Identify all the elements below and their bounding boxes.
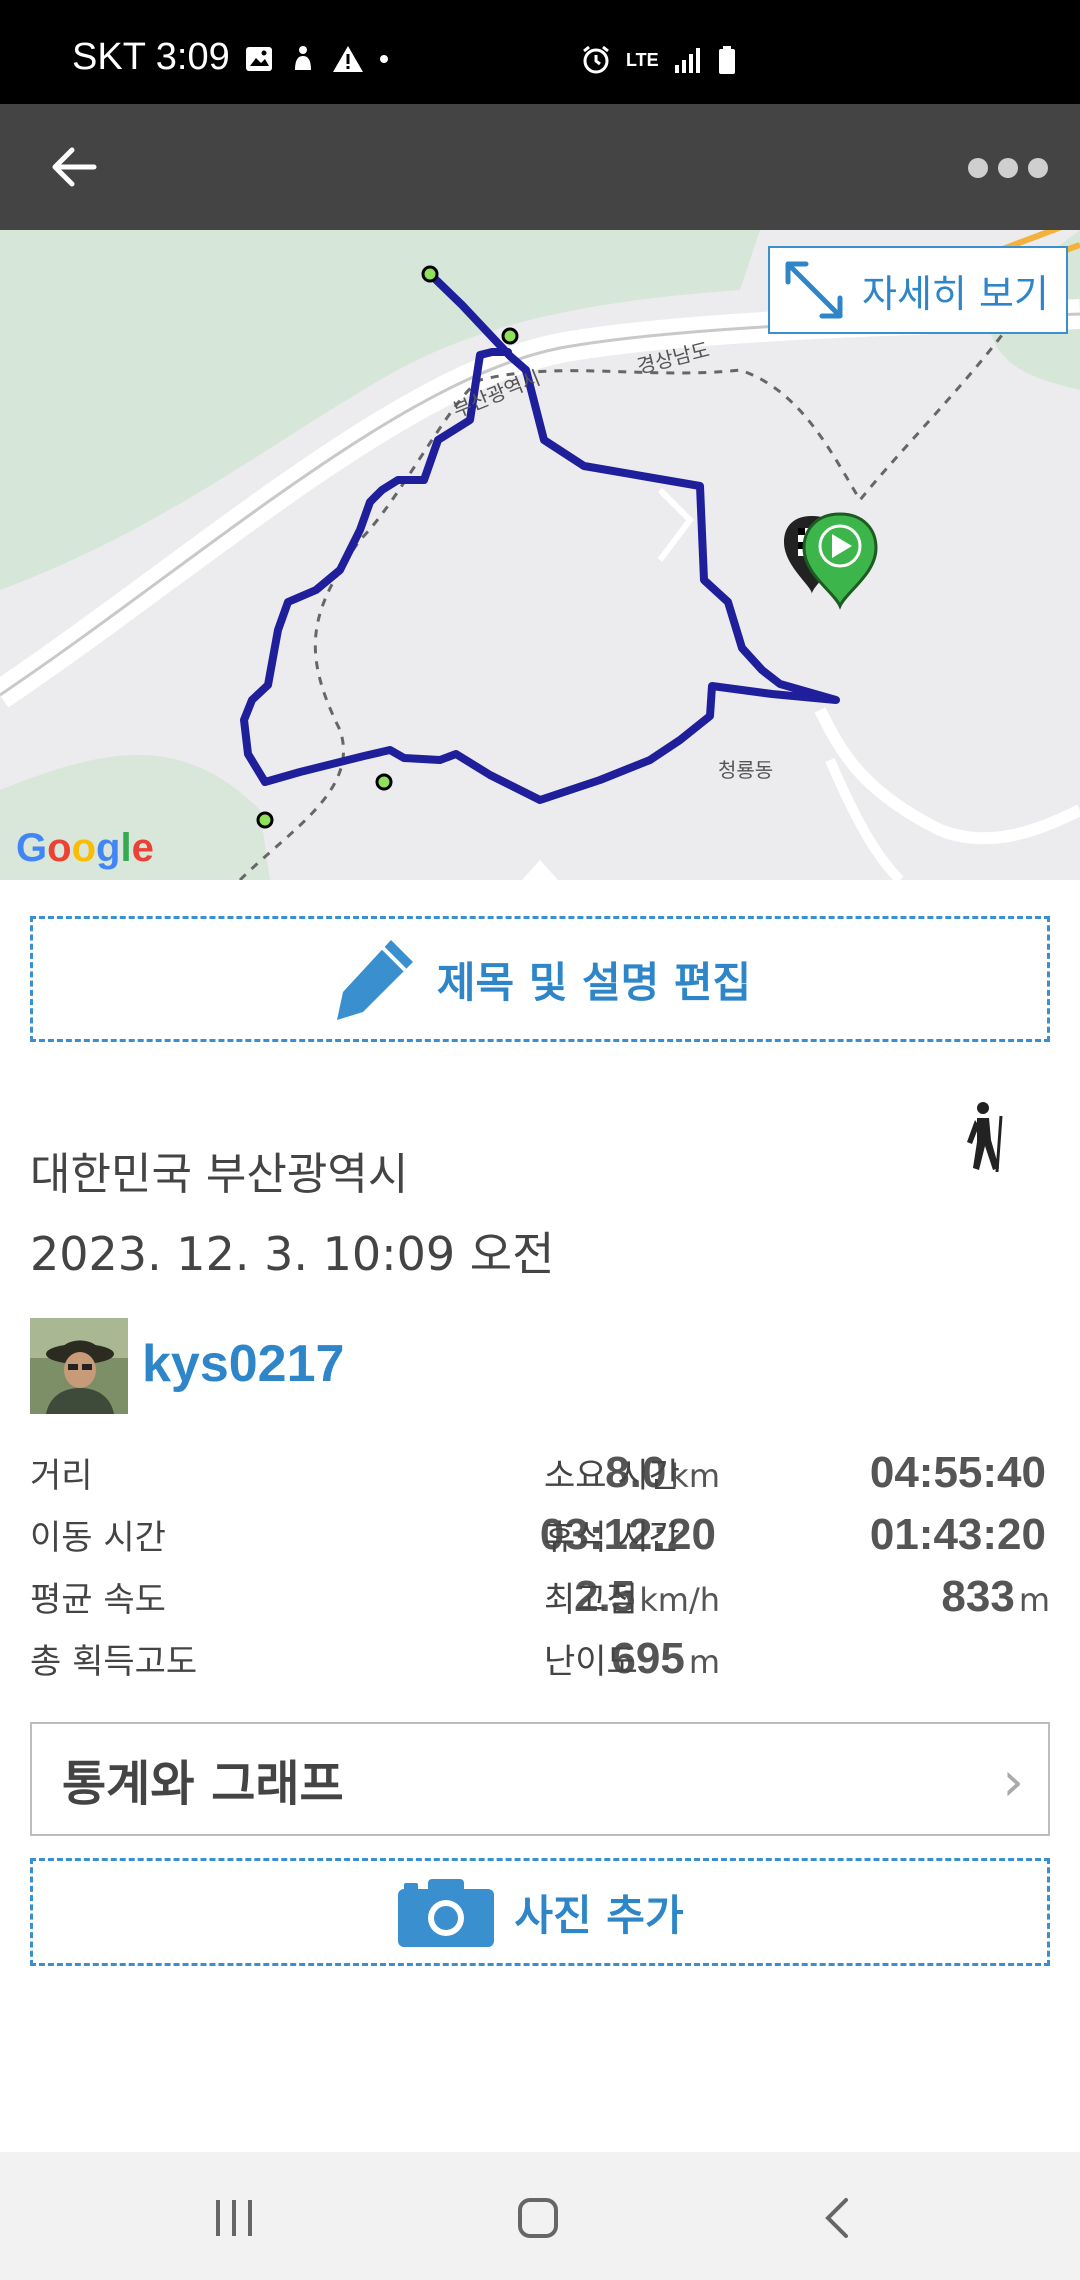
home-button[interactable] <box>508 2188 568 2248</box>
stat-value: 04:55:40 <box>869 1448 1046 1497</box>
activity-datetime: 2023. 12. 3. 10:09 오전 <box>30 1227 555 1281</box>
system-icons: LTE <box>580 44 737 76</box>
stat-label: 총 획득고도 <box>30 1642 198 1682</box>
lte-icon: LTE <box>626 49 659 70</box>
chevron-left-icon <box>825 2198 848 2238</box>
more-button[interactable] <box>968 148 1048 188</box>
back-button[interactable] <box>44 139 104 195</box>
status-time: SKT 3:09 <box>72 36 230 78</box>
recent-apps-button[interactable] <box>204 2188 264 2248</box>
dot-icon <box>380 55 388 63</box>
alarm-icon <box>583 45 609 74</box>
username-link[interactable]: kys0217 <box>142 1334 344 1394</box>
activity-location: 대한민국 부산광역시 <box>30 1149 409 1200</box>
stat-unit: km/h <box>639 1581 720 1619</box>
add-photo-button[interactable]: 사진 추가 <box>30 1858 1050 1966</box>
add-photo-label: 사진 추가 <box>514 1890 684 1940</box>
stat-label: 최고점 <box>544 1580 638 1620</box>
stat-value: 833 <box>941 1572 1015 1621</box>
expand-arrows-icon <box>785 261 843 319</box>
back-nav-button[interactable] <box>808 2188 868 2248</box>
stat-label: 휴식 시간 <box>544 1518 680 1558</box>
chevron-right-icon: › <box>1002 1750 1024 1813</box>
stat-value: 01:43:20 <box>869 1510 1046 1559</box>
notification-icons <box>244 44 390 74</box>
signal-icon <box>674 48 700 73</box>
more-dot <box>1028 158 1048 178</box>
expand-label: 자세히 보기 <box>862 271 1049 316</box>
route-map[interactable]: 부산광역시 경상남도 청룡동 Google 자세히 보기 <box>0 230 1080 880</box>
avatar[interactable] <box>30 1318 128 1414</box>
stat-row: 총 획득고도 695 m 난이도 <box>30 1634 1050 1696</box>
boundary-line <box>238 309 1022 880</box>
hiking-icon <box>967 1102 1003 1172</box>
stat-label: 평균 속도 <box>30 1580 166 1620</box>
stat-label: 거리 <box>30 1456 93 1496</box>
road <box>657 487 694 562</box>
stat-label: 이동 시간 <box>30 1518 166 1558</box>
stat-unit: m <box>1018 1581 1050 1619</box>
stats-graphs-label: 통계와 그래프 <box>62 1756 344 1812</box>
waypoint-marker <box>375 773 393 791</box>
start-play-icon <box>802 512 878 610</box>
accessibility-icon <box>295 46 311 70</box>
recent-apps-icon <box>216 2200 252 2236</box>
image-icon <box>246 47 272 71</box>
more-dot <box>998 158 1018 178</box>
avatar-photo <box>30 1318 128 1414</box>
stats-graphs-button[interactable]: 통계와 그래프 › <box>30 1722 1050 1836</box>
stats-table: 거리 8.0 km 소요 시간 04:55:40 이동 시간 03:12:20 휴… <box>30 1448 1050 1696</box>
stat-label: 소요 시간 <box>544 1456 680 1496</box>
waypoint-marker <box>421 265 439 283</box>
stat-row: 거리 8.0 km 소요 시간 04:55:40 <box>30 1448 1050 1510</box>
stat-label: 난이도 <box>544 1642 638 1682</box>
pencil-icon <box>336 940 413 1020</box>
expand-map-button[interactable]: 자세히 보기 <box>768 246 1068 334</box>
waypoint-marker <box>501 327 519 345</box>
stat-row: 이동 시간 03:12:20 휴식 시간 01:43:20 <box>30 1510 1050 1572</box>
camera-icon <box>398 1879 495 1947</box>
waypoint-marker <box>256 811 274 829</box>
back-arrow-icon <box>52 147 97 187</box>
edit-title-label: 제목 및 설명 편집 <box>436 957 752 1007</box>
edit-title-button[interactable]: 제목 및 설명 편집 <box>30 916 1050 1042</box>
stat-row: 평균 속도 2.5 km/h 최고점 833 m <box>30 1572 1050 1634</box>
app-bar <box>0 104 1080 230</box>
home-icon <box>518 2198 558 2238</box>
more-dots-icon <box>968 158 988 178</box>
warning-icon <box>333 46 363 72</box>
map-pointer <box>522 860 558 880</box>
map-label-cheongryong: 청룡동 <box>718 758 774 782</box>
status-bar: SKT 3:09 LTE <box>0 0 1080 104</box>
google-logo: Google <box>16 826 154 870</box>
system-nav-bar <box>0 2152 1080 2280</box>
battery-icon <box>718 46 735 74</box>
stat-unit: m <box>688 1643 720 1681</box>
